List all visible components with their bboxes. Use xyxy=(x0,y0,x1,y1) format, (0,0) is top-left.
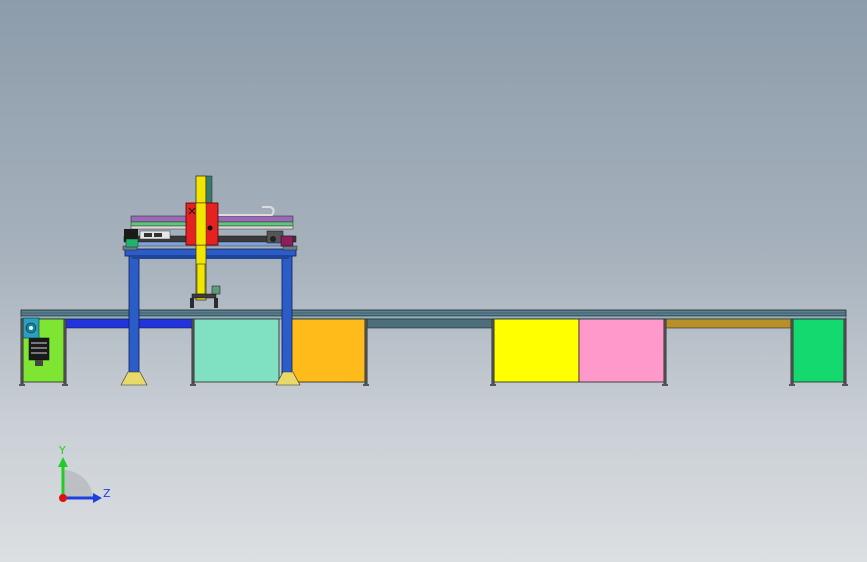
triad-arc-icon xyxy=(63,469,93,498)
station-pink xyxy=(578,318,666,383)
cad-viewport[interactable]: Y Z xyxy=(0,0,867,562)
y-axis-label: Y xyxy=(58,444,66,457)
conveyor-rail xyxy=(20,309,847,320)
z-axis-label: Z xyxy=(103,487,111,500)
station-mint xyxy=(192,318,280,383)
station-yellow xyxy=(492,318,580,383)
station-green xyxy=(791,318,847,383)
origin-marker xyxy=(59,494,67,502)
station-green-end xyxy=(20,317,67,383)
conveyor-legs xyxy=(20,318,847,386)
station-orange xyxy=(290,318,367,383)
coordinate-triad: Y Z xyxy=(58,444,111,503)
conveyor-segment-3 xyxy=(365,318,494,329)
conveyor-segment-4 xyxy=(664,318,793,329)
xy-carriage xyxy=(185,202,219,246)
